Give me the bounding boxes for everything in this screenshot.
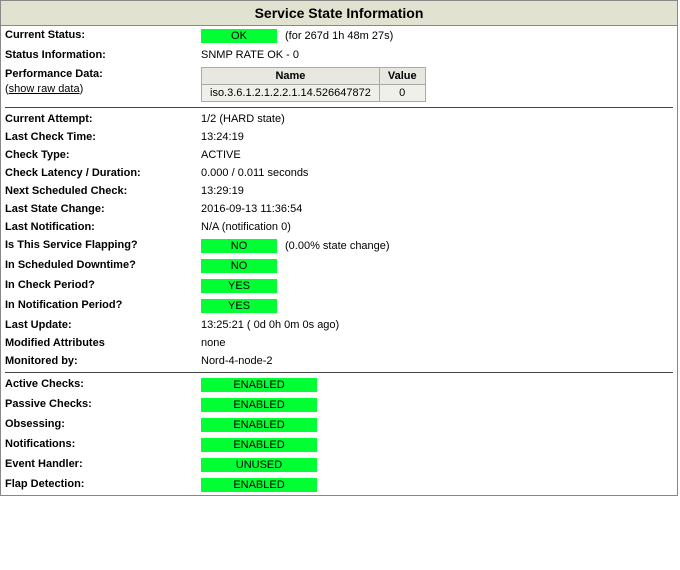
check-period-label: In Check Period? xyxy=(5,279,201,291)
downtime-label: In Scheduled Downtime? xyxy=(5,259,201,271)
flapping-extra: (0.00% state change) xyxy=(285,240,390,252)
last-state-change-label: Last State Change: xyxy=(5,203,201,215)
passive-checks-badge: ENABLED xyxy=(201,398,317,412)
status-badge-ok: OK xyxy=(201,29,277,43)
check-type-label: Check Type: xyxy=(5,149,201,161)
last-update-label: Last Update: xyxy=(5,319,201,331)
show-raw-data-link[interactable]: show raw data xyxy=(9,83,80,95)
perf-col-value: Value xyxy=(379,68,425,85)
last-state-change-value: 2016-09-13 11:36:54 xyxy=(201,203,302,215)
table-row: iso.3.6.1.2.1.2.2.1.14.526647872 0 xyxy=(202,85,426,102)
notifications-label: Notifications: xyxy=(5,438,201,450)
check-period-badge: YES xyxy=(201,279,277,293)
check-latency-label: Check Latency / Duration: xyxy=(5,167,201,179)
next-scheduled-check-value: 13:29:19 xyxy=(201,185,244,197)
last-notification-label: Last Notification: xyxy=(5,221,201,233)
active-checks-badge: ENABLED xyxy=(201,378,317,392)
panel-title: Service State Information xyxy=(1,1,677,26)
perf-row-name: iso.3.6.1.2.1.2.2.1.14.526647872 xyxy=(202,85,380,102)
last-notification-value: N/A (notification 0) xyxy=(201,221,291,233)
current-attempt-label: Current Attempt: xyxy=(5,113,201,125)
last-update-value: 13:25:21 ( 0d 0h 0m 0s ago) xyxy=(201,319,339,331)
flap-detection-label: Flap Detection: xyxy=(5,478,201,490)
section-bottom: Active Checks:ENABLED Passive Checks:ENA… xyxy=(1,375,677,495)
monitored-by-value: Nord-4-node-2 xyxy=(201,355,273,367)
section-top: Current Status: OK (for 267d 1h 48m 27s)… xyxy=(1,26,677,105)
active-checks-label: Active Checks: xyxy=(5,378,201,390)
flapping-label: Is This Service Flapping? xyxy=(5,239,201,251)
perf-col-name: Name xyxy=(202,68,380,85)
last-check-time-label: Last Check Time: xyxy=(5,131,201,143)
divider xyxy=(5,372,673,373)
flap-detection-badge: ENABLED xyxy=(201,478,317,492)
passive-checks-label: Passive Checks: xyxy=(5,398,201,410)
monitored-by-label: Monitored by: xyxy=(5,355,201,367)
current-attempt-value: 1/2 (HARD state) xyxy=(201,113,285,125)
downtime-badge: NO xyxy=(201,259,277,273)
event-handler-label: Event Handler: xyxy=(5,458,201,470)
flapping-badge: NO xyxy=(201,239,277,253)
service-state-panel: Service State Information Current Status… xyxy=(0,0,678,496)
performance-data-table: Name Value iso.3.6.1.2.1.2.2.1.14.526647… xyxy=(201,67,426,102)
check-latency-value: 0.000 / 0.011 seconds xyxy=(201,167,308,179)
perf-row-value: 0 xyxy=(379,85,425,102)
notifications-badge: ENABLED xyxy=(201,438,317,452)
current-status-label: Current Status: xyxy=(5,29,201,41)
status-information-value: SNMP RATE OK - 0 xyxy=(201,49,299,61)
next-scheduled-check-label: Next Scheduled Check: xyxy=(5,185,201,197)
event-handler-badge: UNUSED xyxy=(201,458,317,472)
status-information-label: Status Information: xyxy=(5,49,201,61)
obsessing-label: Obsessing: xyxy=(5,418,201,430)
modified-attributes-label: Modified Attributes xyxy=(5,337,201,349)
notification-period-label: In Notification Period? xyxy=(5,299,201,311)
last-check-time-value: 13:24:19 xyxy=(201,131,244,143)
modified-attributes-value: none xyxy=(201,337,225,349)
performance-data-label: Performance Data: xyxy=(5,68,103,80)
divider xyxy=(5,107,673,108)
show-raw-suffix: ) xyxy=(80,83,84,95)
current-status-duration: (for 267d 1h 48m 27s) xyxy=(285,30,393,42)
obsessing-badge: ENABLED xyxy=(201,418,317,432)
notification-period-badge: YES xyxy=(201,299,277,313)
section-mid: Current Attempt:1/2 (HARD state) Last Ch… xyxy=(1,110,677,370)
check-type-value: ACTIVE xyxy=(201,149,241,161)
